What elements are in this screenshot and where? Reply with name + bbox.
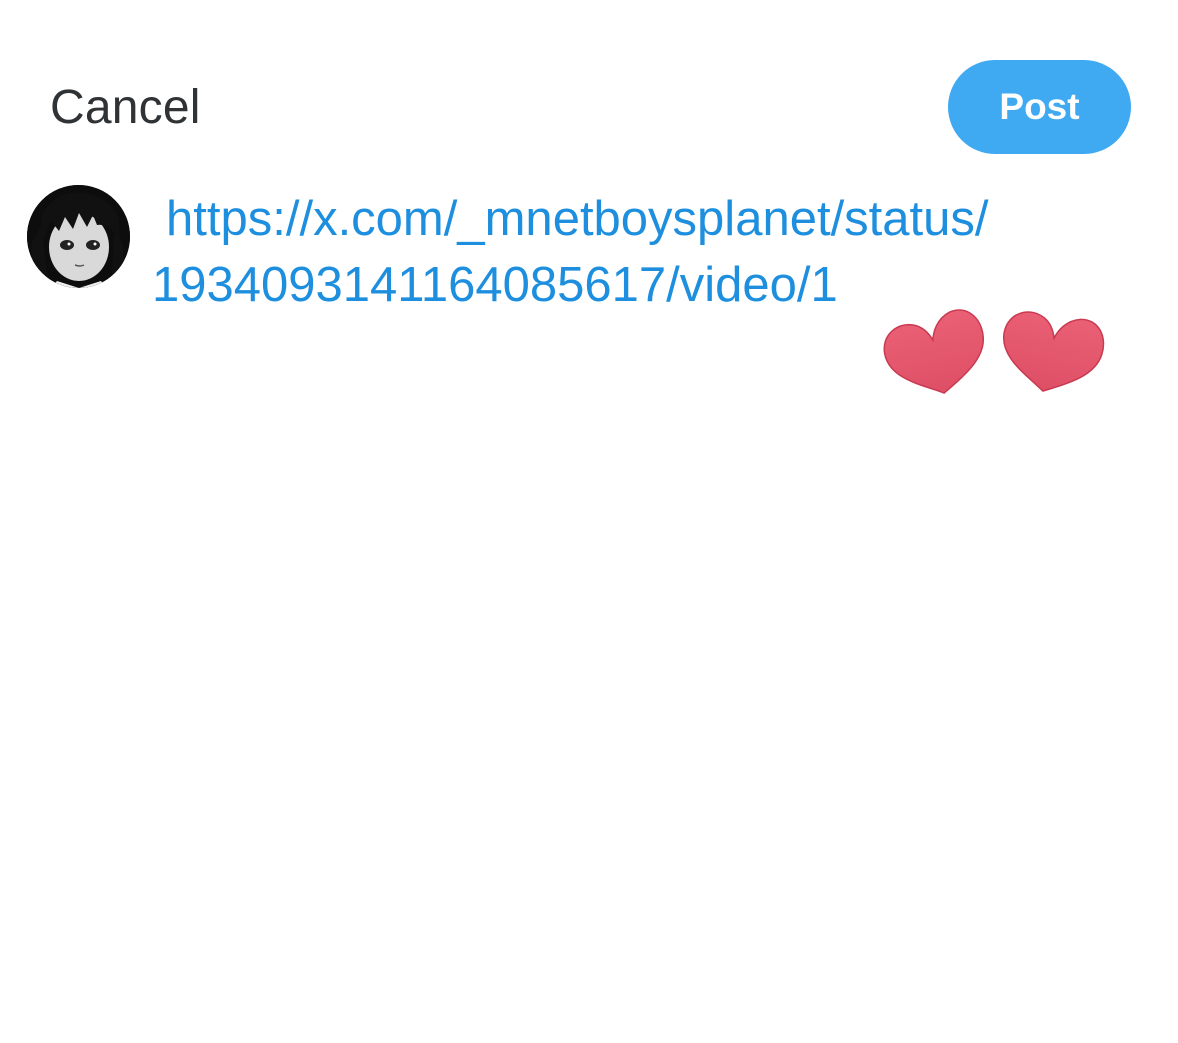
avatar-image	[27, 185, 130, 288]
avatar[interactable]	[27, 185, 130, 288]
cancel-button[interactable]: Cancel	[50, 78, 201, 138]
heart-emoji-pair	[880, 296, 1108, 404]
compose-link-line-1[interactable]: https://x.com/_mnetboysplanet/status/	[152, 186, 1142, 252]
post-button[interactable]: Post	[948, 60, 1131, 154]
red-heart-icon	[883, 309, 1105, 394]
